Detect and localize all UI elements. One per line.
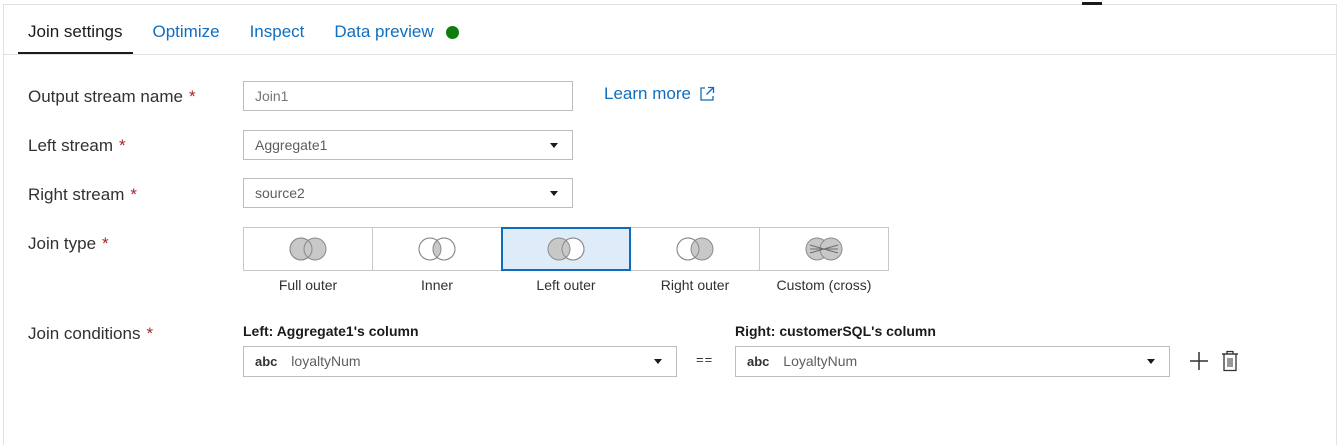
tab-optimize[interactable]: Optimize: [143, 16, 230, 52]
join-type-option-left-outer: Left outer: [501, 227, 631, 293]
left-stream-select[interactable]: Aggregate1: [243, 130, 573, 160]
join-type-inner-button[interactable]: [372, 227, 502, 271]
external-link-icon: [700, 86, 715, 101]
learn-more-link[interactable]: Learn more: [604, 84, 715, 104]
output-stream-input[interactable]: [243, 81, 573, 111]
join-type-option-inner: Inner: [372, 227, 502, 293]
join-type-selector: Full outer Inner Left outer Right outer …: [243, 227, 889, 293]
right-stream-select[interactable]: source2: [243, 178, 573, 208]
chevron-down-icon: [654, 359, 662, 364]
venn-inner-icon: [418, 237, 456, 261]
chevron-down-icon: [550, 191, 558, 196]
right-column-header: Right: customerSQL's column: [735, 323, 936, 339]
tab-join-settings[interactable]: Join settings: [18, 16, 133, 55]
right-stream-value: source2: [255, 185, 305, 201]
join-type-option-label: Custom (cross): [776, 277, 872, 293]
join-type-left-outer-button[interactable]: [501, 227, 631, 271]
trash-icon: [1222, 350, 1238, 372]
panel-frame: [3, 4, 1337, 445]
required-marker: *: [119, 136, 126, 155]
required-marker: *: [102, 234, 109, 253]
required-marker: *: [130, 185, 137, 204]
join-type-label: Join type *: [28, 234, 109, 253]
string-type-badge: abc: [747, 354, 770, 369]
required-marker: *: [188, 87, 196, 106]
plus-icon: [1190, 352, 1208, 370]
join-type-option-label: Left outer: [536, 277, 596, 293]
left-column-value: loyaltyNum: [291, 353, 361, 369]
venn-full-outer-icon: [289, 237, 327, 261]
tab-label: Inspect: [249, 22, 305, 41]
join-conditions-label: Join conditions *: [28, 324, 154, 343]
left-stream-value: Aggregate1: [255, 137, 328, 153]
chevron-down-icon: [1147, 359, 1155, 364]
output-stream-label: Output stream name *: [28, 87, 196, 106]
join-type-right-outer-button[interactable]: [630, 227, 760, 271]
required-marker: *: [146, 324, 154, 343]
venn-left-outer-icon: [547, 237, 585, 261]
left-column-header: Left: Aggregate1's column: [243, 323, 419, 339]
right-column-value: LoyaltyNum: [783, 353, 858, 369]
panel-resize-handle[interactable]: [1082, 2, 1102, 5]
tab-label: Data preview: [334, 22, 434, 41]
join-type-option-full-outer: Full outer: [243, 227, 373, 293]
venn-right-outer-icon: [676, 237, 714, 261]
learn-more-label: Learn more: [604, 84, 691, 103]
join-type-option-label: Full outer: [278, 277, 338, 293]
tab-bar: Join settings Optimize Inspect Data prev…: [18, 16, 479, 55]
tab-label: Join settings: [28, 22, 123, 41]
join-type-option-right-outer: Right outer: [630, 227, 760, 293]
condition-operator: ==: [696, 352, 714, 367]
join-type-option-label: Inner: [421, 277, 453, 293]
status-dot-icon: [445, 26, 459, 39]
join-type-option-label: Right outer: [660, 277, 730, 293]
right-column-select[interactable]: abc LoyaltyNum: [735, 346, 1170, 377]
delete-condition-button[interactable]: [1221, 350, 1239, 377]
add-condition-button[interactable]: [1188, 350, 1210, 377]
tab-divider: [4, 54, 1336, 55]
tab-label: Optimize: [152, 22, 220, 41]
left-stream-label: Left stream *: [28, 136, 126, 155]
join-type-option-custom-cross: Custom (cross): [759, 227, 889, 293]
chevron-down-icon: [550, 143, 558, 148]
left-column-select[interactable]: abc loyaltyNum: [243, 346, 677, 377]
venn-cross-icon: [805, 237, 843, 261]
string-type-badge: abc: [255, 354, 278, 369]
right-stream-label: Right stream *: [28, 185, 137, 204]
tab-inspect[interactable]: Inspect: [240, 16, 315, 52]
join-type-custom-cross-button[interactable]: [759, 227, 889, 271]
join-type-full-outer-button[interactable]: [243, 227, 373, 271]
tab-data-preview[interactable]: Data preview: [324, 16, 468, 52]
